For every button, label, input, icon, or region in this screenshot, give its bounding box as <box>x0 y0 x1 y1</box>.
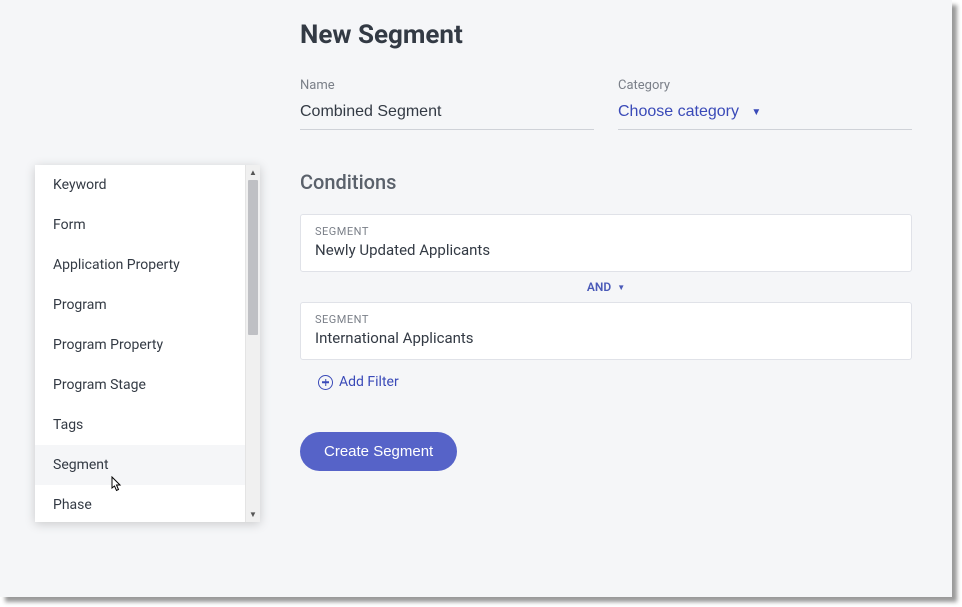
caret-down-icon: ▼ <box>751 107 761 118</box>
dropdown-item[interactable]: Segment <box>35 445 245 485</box>
form-row: Name Category Choose category ▼ <box>300 78 912 130</box>
category-dropdown[interactable]: Choose category ▼ <box>618 99 912 130</box>
dropdown-item[interactable]: Tags <box>35 405 245 445</box>
plus-circle-icon <box>318 375 333 390</box>
filter-type-dropdown: KeywordFormApplication PropertyProgramPr… <box>35 165 260 522</box>
dropdown-item[interactable]: Program Stage <box>35 365 245 405</box>
dropdown-item[interactable]: Keyword <box>35 165 245 205</box>
name-input[interactable] <box>300 99 594 130</box>
main-panel: New Segment Name Category Choose categor… <box>300 20 912 577</box>
dropdown-item[interactable]: Program Property <box>35 325 245 365</box>
condition-value: International Applicants <box>315 329 897 347</box>
caret-down-icon: ▼ <box>617 283 625 292</box>
scroll-up-button[interactable]: ▲ <box>246 165 260 180</box>
condition-type-label: SEGMENT <box>315 225 897 238</box>
dropdown-item[interactable]: Phase <box>35 485 245 522</box>
conditions-title: Conditions <box>300 170 912 194</box>
condition-card[interactable]: SEGMENT International Applicants <box>300 302 912 360</box>
condition-value: Newly Updated Applicants <box>315 241 897 259</box>
add-filter-button[interactable]: Add Filter <box>300 360 399 404</box>
condition-card[interactable]: SEGMENT Newly Updated Applicants <box>300 214 912 272</box>
condition-type-label: SEGMENT <box>315 313 897 326</box>
category-label: Category <box>618 78 912 93</box>
dropdown-list[interactable]: KeywordFormApplication PropertyProgramPr… <box>35 165 245 522</box>
name-field: Name <box>300 78 594 130</box>
category-field: Category Choose category ▼ <box>618 78 912 130</box>
category-placeholder: Choose category <box>618 103 739 120</box>
dropdown-item[interactable]: Form <box>35 205 245 245</box>
create-segment-button[interactable]: Create Segment <box>300 432 457 471</box>
dropdown-item[interactable]: Application Property <box>35 245 245 285</box>
page-surface: New Segment Name Category Choose categor… <box>0 0 952 597</box>
add-filter-label: Add Filter <box>339 374 399 390</box>
scrollbar: ▲ ▼ <box>245 165 260 522</box>
connector-label: AND <box>587 280 611 294</box>
page-title: New Segment <box>300 20 912 50</box>
scroll-down-button[interactable]: ▼ <box>246 507 260 522</box>
scroll-thumb[interactable] <box>248 180 258 335</box>
connector-dropdown[interactable]: AND ▼ <box>300 272 912 302</box>
dropdown-item[interactable]: Program <box>35 285 245 325</box>
name-label: Name <box>300 78 594 93</box>
